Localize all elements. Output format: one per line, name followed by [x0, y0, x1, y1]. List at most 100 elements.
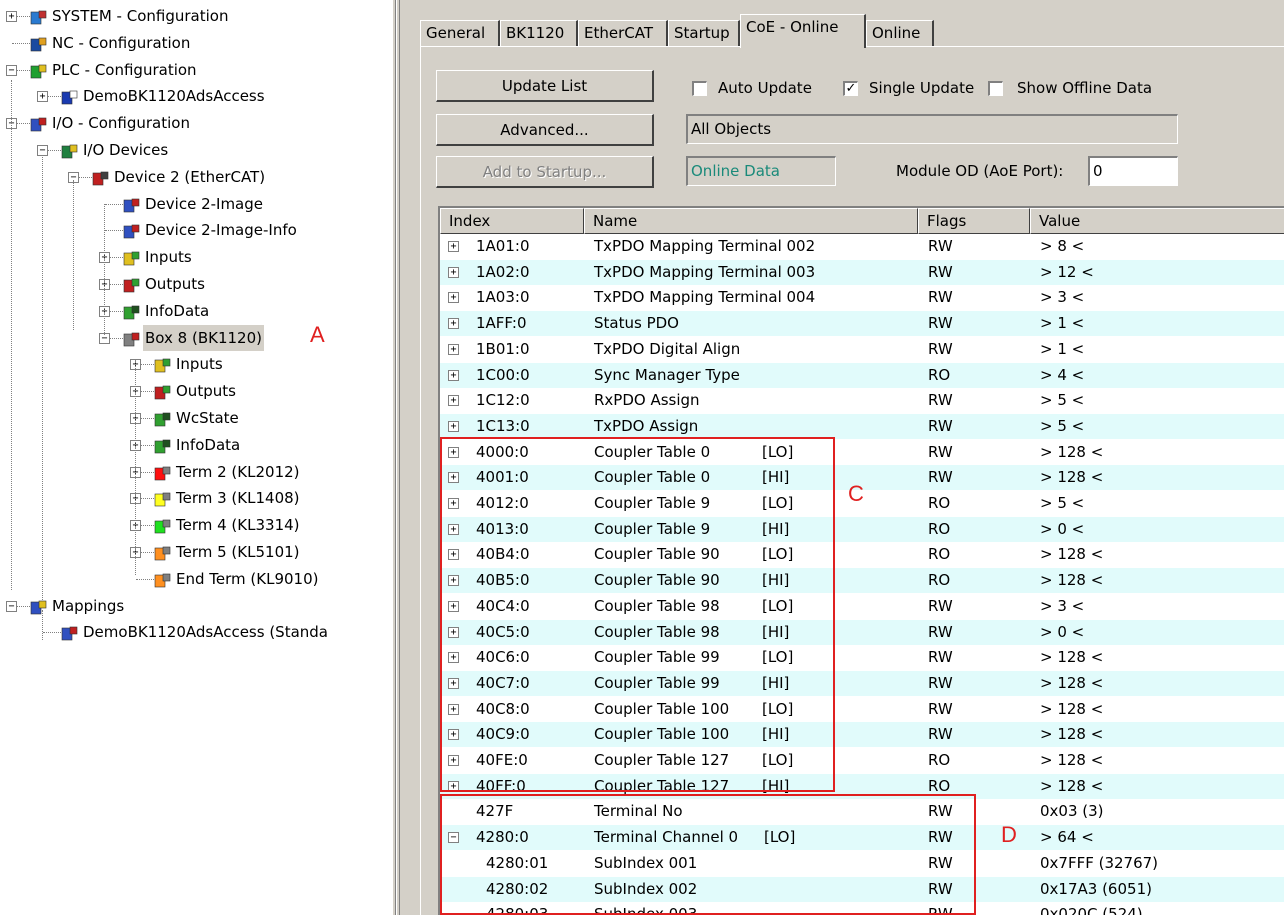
- tree-item-label: NC - Configuration: [52, 33, 191, 52]
- cell-index: 1AFF:0: [476, 314, 527, 333]
- tree-item[interactable]: + Term 5 (KL5101): [0, 539, 392, 565]
- tree-item[interactable]: + WcState: [0, 405, 392, 431]
- expand-icon[interactable]: +: [448, 395, 459, 407]
- expand-icon[interactable]: +: [448, 369, 459, 381]
- table-row[interactable]: +1B01:0 TxPDO Digital Align RW > 1 <: [440, 337, 1284, 362]
- tree-item-label: WcState: [176, 409, 239, 427]
- column-header-flags[interactable]: Flags: [918, 208, 1030, 234]
- tree-item[interactable]: + Term 4 (KL3314): [0, 512, 392, 538]
- tree-item-label: InfoData: [176, 435, 241, 454]
- cell-value: > 12 <: [1040, 262, 1094, 281]
- tree-item-label: Device 2-Image-Info: [145, 221, 297, 240]
- tree-item[interactable]: + Term 3 (KL1408): [0, 485, 392, 511]
- tree-item[interactable]: − PLC - Configuration: [0, 57, 392, 83]
- object-filter-field[interactable]: All Objects: [686, 114, 1178, 144]
- cell-flags: RW: [928, 622, 953, 641]
- show-offline-checkbox[interactable]: [988, 81, 1003, 96]
- table-row[interactable]: +1A02:0 TxPDO Mapping Terminal 003 RW > 12 …: [440, 259, 1284, 285]
- table-row[interactable]: +1C00:0 Sync Manager Type RO > 4 <: [440, 362, 1284, 388]
- expand-icon[interactable]: +: [448, 318, 459, 330]
- infodata-icon: [123, 303, 140, 320]
- cell-value: > 128 <: [1040, 725, 1104, 744]
- table-row[interactable]: +1C12:0 RxPDO Assign RW > 5 <: [440, 388, 1284, 413]
- tree-item[interactable]: + Inputs: [0, 351, 392, 377]
- tab-ethercat[interactable]: EtherCAT: [578, 20, 668, 46]
- tree-item[interactable]: + InfoData: [0, 432, 392, 458]
- cell-value: > 64 <: [1040, 828, 1094, 847]
- update-list-button[interactable]: Update List: [436, 70, 654, 102]
- table-row[interactable]: +1A01:0 TxPDO Mapping Terminal 002 RW > 8 <: [440, 234, 1284, 259]
- box-coupler-icon: [123, 330, 140, 346]
- tree-item[interactable]: + DemoBK1120AdsAccess: [0, 83, 392, 109]
- tree-item[interactable]: NC - Configuration: [0, 30, 392, 56]
- expand-icon[interactable]: +: [448, 343, 459, 355]
- single-update-checkbox[interactable]: ✓: [843, 81, 858, 96]
- expand-icon[interactable]: +: [448, 420, 459, 432]
- cell-index: 1A01:0: [476, 237, 530, 255]
- cell-flags: RO: [928, 365, 951, 384]
- expand-icon[interactable]: +: [6, 11, 17, 22]
- cell-value: > 1 <: [1040, 339, 1085, 358]
- tree-item[interactable]: − Box 8 (BK1120): [0, 324, 392, 351]
- tree-item[interactable]: End Term (KL9010): [0, 566, 392, 592]
- collapse-icon[interactable]: −: [6, 64, 17, 76]
- tab-general[interactable]: General: [420, 20, 500, 46]
- tree-connector: [105, 230, 123, 232]
- tree-item[interactable]: + SYSTEM - Configuration: [0, 3, 392, 29]
- add-to-startup-button[interactable]: Add to Startup...: [436, 156, 654, 188]
- pane-splitter[interactable]: [392, 0, 400, 915]
- tree-item[interactable]: Device 2-Image-Info: [0, 217, 392, 243]
- expand-icon[interactable]: +: [448, 266, 459, 278]
- tree-item-label: Outputs: [145, 275, 205, 293]
- tree-guide-line: [11, 80, 12, 590]
- tree-connector: [105, 203, 123, 205]
- annotation-label-a: A: [310, 322, 325, 347]
- tree-item[interactable]: − I/O - Configuration: [0, 110, 392, 136]
- tree-item[interactable]: − Device 2 (EtherCAT): [0, 164, 392, 190]
- single-update-label: Single Update: [869, 79, 975, 97]
- data-source-field: Online Data: [686, 156, 836, 186]
- tab-coe-online[interactable]: CoE - Online: [740, 14, 866, 48]
- tab-startup[interactable]: Startup: [668, 20, 740, 46]
- tree-item[interactable]: + Term 2 (KL2012): [0, 459, 392, 485]
- advanced-button[interactable]: Advanced...: [436, 114, 654, 146]
- cell-flags: RW: [928, 648, 953, 667]
- mapping-link-icon: [61, 624, 78, 641]
- tree-item[interactable]: DemoBK1120AdsAccess (Standa: [0, 619, 392, 645]
- table-row[interactable]: +1AFF:0 Status PDO RW > 1 <: [440, 311, 1284, 337]
- tree-item[interactable]: + Inputs: [0, 244, 392, 270]
- collapse-icon[interactable]: −: [6, 600, 17, 612]
- tree-item[interactable]: + Outputs: [0, 271, 392, 297]
- mappings-icon: [30, 598, 47, 614]
- tree-item[interactable]: + Outputs: [0, 378, 392, 404]
- table-row[interactable]: +1A03:0 TxPDO Mapping Terminal 004 RW > 3 <: [440, 285, 1284, 310]
- tree-item[interactable]: − I/O Devices: [0, 137, 392, 163]
- plc-config-icon: [30, 62, 47, 78]
- column-header-value[interactable]: Value: [1030, 208, 1284, 234]
- column-header-index[interactable]: Index: [440, 208, 584, 234]
- table-row[interactable]: +1C13:0 TxPDO Assign RW > 5 <: [440, 413, 1284, 439]
- tree-item-label: Device 2 (EtherCAT): [114, 167, 266, 186]
- tree-item-label: Term 5 (KL5101): [176, 543, 300, 561]
- expand-icon[interactable]: +: [37, 91, 48, 103]
- tab-online[interactable]: Online: [866, 20, 934, 46]
- tree-connector: [12, 42, 30, 44]
- tab-bk1120[interactable]: BK1120: [500, 20, 578, 46]
- cell-flags: RW: [928, 596, 953, 615]
- column-header-name[interactable]: Name: [584, 208, 918, 234]
- tree-item[interactable]: − Mappings: [0, 593, 392, 619]
- terminal-yellow-icon: [154, 490, 171, 507]
- module-od-input[interactable]: 0: [1088, 156, 1178, 186]
- expand-icon[interactable]: +: [448, 241, 459, 252]
- tree-item-label: I/O Devices: [83, 141, 169, 159]
- cell-flags: RW: [928, 339, 953, 358]
- cell-name: TxPDO Mapping Terminal 003: [594, 262, 816, 281]
- tree-item[interactable]: Device 2-Image: [0, 191, 392, 217]
- auto-update-checkbox[interactable]: [692, 81, 707, 96]
- cell-value: > 5 <: [1040, 494, 1085, 512]
- cell-value: > 128 <: [1040, 468, 1104, 487]
- cell-value: > 128 <: [1040, 545, 1104, 564]
- cell-value: > 128 <: [1040, 442, 1104, 461]
- tree-item[interactable]: + InfoData: [0, 298, 392, 324]
- expand-icon[interactable]: +: [448, 292, 459, 304]
